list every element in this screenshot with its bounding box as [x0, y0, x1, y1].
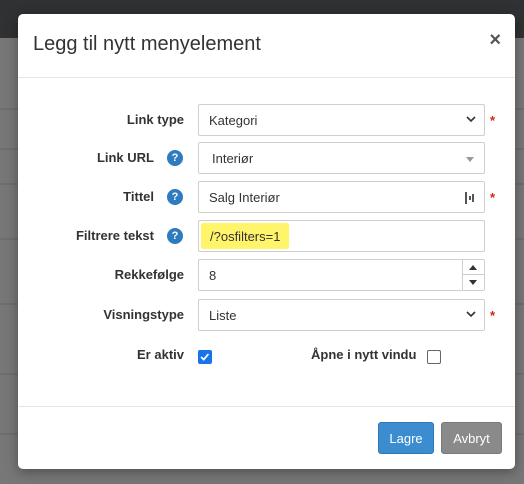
rekkefolge-number-input[interactable]: 8	[198, 259, 485, 291]
filtrere-tekst-input[interactable]: /?osfilters=1	[198, 220, 485, 252]
tittel-row: Tittel ? Salg Interiør *	[18, 181, 515, 215]
visningstype-label: Visningstype	[103, 307, 184, 322]
dialog-footer: Lagre Avbryt	[18, 406, 515, 469]
apne-nytt-vindu-checkbox[interactable]	[427, 350, 441, 364]
tittel-label: Tittel	[123, 189, 154, 204]
chevron-down-icon	[466, 116, 476, 123]
number-spinner	[462, 260, 484, 290]
help-icon[interactable]: ?	[167, 228, 183, 244]
link-url-row: Link URL ? Interiør	[18, 142, 515, 176]
filtrere-tekst-value: /?osfilters=1	[201, 223, 290, 249]
rekkefolge-row: Rekkefølge 8	[18, 259, 515, 293]
dialog-title: Legg til nytt menyelement	[33, 33, 261, 55]
increment-arrow-icon[interactable]	[463, 260, 484, 275]
link-url-label: Link URL	[96, 150, 154, 165]
help-icon[interactable]: ?	[167, 150, 183, 166]
checkmark-icon	[200, 353, 210, 361]
link-type-row: Link type Kategori *	[18, 104, 515, 138]
er-aktiv-label: Er aktiv	[137, 347, 184, 362]
help-icon[interactable]: ?	[167, 189, 183, 205]
apne-nytt-vindu-label: Åpne i nytt vindu	[311, 347, 417, 362]
er-aktiv-checkbox[interactable]	[198, 350, 212, 364]
rekkefolge-value: 8	[209, 268, 217, 283]
dialog-body: Link type Kategori * Link URL ? Interiør…	[18, 78, 515, 406]
password-manager-icon[interactable]	[464, 190, 476, 206]
link-type-label: Link type	[126, 112, 184, 127]
tittel-value: Salg Interiør	[209, 190, 280, 205]
dialog-header: Legg til nytt menyelement ×	[18, 14, 515, 78]
link-url-value: Interiør	[212, 151, 254, 166]
required-marker: *	[490, 308, 496, 323]
decrement-arrow-icon[interactable]	[463, 275, 484, 290]
required-marker: *	[490, 113, 496, 128]
visningstype-row: Visningstype Liste *	[18, 299, 515, 333]
tittel-input[interactable]: Salg Interiør	[198, 181, 485, 213]
close-icon[interactable]: ×	[489, 30, 501, 50]
save-button[interactable]: Lagre	[378, 422, 434, 454]
dropdown-arrow-icon	[466, 157, 474, 162]
required-marker: *	[490, 190, 496, 205]
checkbox-row: Er aktiv Åpne i nytt vindu	[18, 338, 515, 372]
add-menu-item-dialog: Legg til nytt menyelement × Link type Ka…	[18, 14, 515, 469]
filtrere-tekst-row: Filtrere tekst ? /?osfilters=1	[18, 220, 515, 254]
filtrere-tekst-label: Filtrere tekst	[75, 228, 154, 243]
visningstype-select[interactable]: Liste	[198, 299, 485, 331]
visningstype-value: Liste	[209, 308, 237, 323]
link-url-select[interactable]: Interiør	[198, 142, 485, 174]
link-type-value: Kategori	[209, 113, 258, 128]
rekkefolge-label: Rekkefølge	[114, 267, 184, 282]
link-type-select[interactable]: Kategori	[198, 104, 485, 136]
chevron-down-icon	[466, 311, 476, 318]
cancel-button[interactable]: Avbryt	[441, 422, 502, 454]
